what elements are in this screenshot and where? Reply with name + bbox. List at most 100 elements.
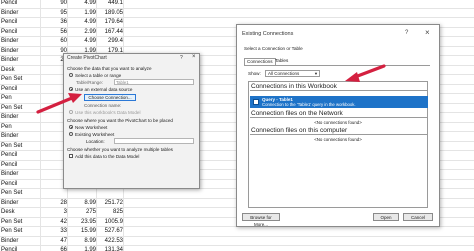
table-cell[interactable]: Desk [1, 66, 41, 76]
table-cell[interactable] [67, 189, 96, 199]
table-cell[interactable]: 4.99 [67, 37, 96, 47]
help-button[interactable]: ? [180, 55, 183, 61]
table-cell[interactable]: 527.67 [96, 227, 123, 237]
table-cell[interactable]: Binder [1, 199, 41, 209]
location-input[interactable] [114, 138, 194, 144]
existing-connections-dialog: Existing Connections ? × Select a Connec… [236, 24, 440, 227]
browse-for-more-button[interactable]: Browse for More... [242, 213, 280, 227]
table-cell[interactable]: Binder [1, 113, 41, 123]
table-cell[interactable]: Pen Set [1, 75, 41, 85]
table-cell[interactable]: 66 [40, 246, 67, 251]
table-row[interactable]: Binder 95 1.99 189.05 [0, 9, 474, 19]
table-cell[interactable]: Pen Set [1, 142, 41, 152]
open-button[interactable]: Open [373, 213, 399, 221]
cancel-button[interactable]: Cancel [403, 213, 433, 221]
tab-tables[interactable]: Tables [273, 58, 290, 65]
table-cell[interactable] [40, 189, 67, 199]
table-cell[interactable]: Pen Set [1, 227, 41, 237]
table-cell[interactable]: 47 [40, 237, 67, 247]
table-cell[interactable]: 4.99 [67, 18, 96, 28]
radio-existing-worksheet[interactable] [69, 132, 73, 136]
section-network: Connection files on the Network [250, 110, 428, 118]
table-cell[interactable]: 299.4 [96, 37, 123, 47]
table-cell[interactable]: 189.05 [96, 9, 123, 19]
radio-select-table[interactable] [69, 73, 73, 77]
table-row[interactable]: Pencil 90 4.99 449.1 [0, 0, 474, 9]
table-cell[interactable]: 23.95 [67, 218, 96, 228]
show-label: Show: [248, 71, 261, 76]
table-cell[interactable]: 422.53 [96, 237, 123, 247]
table-cell[interactable]: Pencil [1, 18, 41, 28]
table-cell[interactable]: Pen Set [1, 189, 41, 199]
table-cell[interactable]: Binder [1, 47, 41, 57]
list-item-query-table1[interactable]: Query - Table1 Connection to the 'Table1… [250, 96, 428, 108]
close-button[interactable]: × [425, 28, 430, 37]
table-cell[interactable]: 42 [40, 218, 67, 228]
table-cell[interactable]: Pencil [1, 28, 41, 38]
radio-data-model[interactable] [69, 110, 73, 114]
table-cell[interactable]: 3 [40, 208, 67, 218]
radio-new-worksheet[interactable] [69, 125, 73, 129]
table-cell[interactable]: 2.99 [67, 28, 96, 38]
table-cell[interactable]: 28 [40, 199, 67, 209]
table-cell[interactable]: Pencil [1, 180, 41, 190]
radio-external-source[interactable] [69, 87, 73, 91]
table-cell[interactable]: Binder [1, 37, 41, 47]
radio-external-source-label: Use an external data source [75, 86, 133, 92]
table-cell[interactable]: 95 [40, 9, 67, 19]
table-range-input[interactable]: Table1 [114, 79, 194, 85]
connections-list[interactable]: Connections in this Workbook Query - Tab… [248, 81, 428, 208]
table-cell[interactable]: 1005.9 [96, 218, 123, 228]
table-cell[interactable]: 8.99 [67, 199, 96, 209]
table-row[interactable]: Pencil 66 1.99 131.34 [0, 246, 474, 251]
add-data-model-label: Add this data to the Data Model [75, 153, 140, 159]
table-cell[interactable]: Desk [1, 208, 41, 218]
show-dropdown-value: All Connections [268, 71, 300, 76]
no-connections-network: <No connections found> [314, 120, 362, 125]
choose-connection-button[interactable]: Choose Connection... [84, 93, 136, 101]
table-cell[interactable]: 825 [96, 208, 123, 218]
table-cell[interactable]: Pen [1, 123, 41, 133]
connection-name-label: Connection name: [84, 103, 122, 108]
table-cell[interactable] [96, 189, 123, 199]
help-button[interactable]: ? [405, 30, 408, 36]
table-cell[interactable]: 275 [67, 208, 96, 218]
table-cell[interactable]: 33 [40, 227, 67, 237]
radio-select-table-label: Select a table or range [75, 72, 122, 78]
table-cell[interactable]: Pencil [1, 85, 41, 95]
table-cell[interactable]: Binder [1, 170, 41, 180]
table-cell[interactable]: Pencil [1, 246, 41, 251]
table-cell[interactable]: 56 [40, 28, 67, 38]
table-cell[interactable]: 36 [40, 18, 67, 28]
table-cell[interactable]: Pen Set [1, 104, 41, 114]
table-cell[interactable]: Pen Set [1, 218, 41, 228]
table-cell[interactable]: Pencil [1, 0, 41, 9]
table-cell[interactable]: Binder [1, 9, 41, 19]
add-data-model-checkbox[interactable] [69, 154, 73, 158]
location-label: Location: [86, 138, 105, 144]
table-cell[interactable]: 15.99 [67, 227, 96, 237]
table-cell[interactable]: Binder [1, 56, 41, 66]
tab-connections[interactable]: Connections [244, 58, 276, 65]
table-row[interactable]: Binder 47 8.99 422.53 [0, 237, 474, 247]
table-row[interactable]: Pen Set 33 15.99 527.67 [0, 227, 474, 237]
table-cell[interactable]: Pencil [1, 161, 41, 171]
table-cell[interactable]: 60 [40, 37, 67, 47]
show-dropdown[interactable]: All Connections ▼ [265, 70, 320, 77]
table-cell[interactable]: Binder [1, 237, 41, 247]
table-cell[interactable]: 179.64 [96, 18, 123, 28]
table-cell[interactable]: 1.99 [67, 246, 96, 251]
table-cell[interactable]: Pencil [1, 151, 41, 161]
table-cell[interactable]: 167.44 [96, 28, 123, 38]
table-cell[interactable]: 131.34 [96, 246, 123, 251]
table-cell[interactable]: 251.72 [96, 199, 123, 209]
close-button[interactable]: × [192, 54, 196, 60]
table-cell[interactable]: 449.1 [96, 0, 123, 9]
table-cell[interactable]: 90 [40, 0, 67, 9]
table-cell[interactable]: 1.99 [67, 9, 96, 19]
table-cell[interactable]: Pen [1, 94, 41, 104]
table-cell[interactable]: Binder [1, 132, 41, 142]
table-cell[interactable]: 8.99 [67, 237, 96, 247]
multiple-tables-label: Choose whether you want to analyze multi… [67, 147, 173, 152]
table-cell[interactable]: 4.99 [67, 0, 96, 9]
